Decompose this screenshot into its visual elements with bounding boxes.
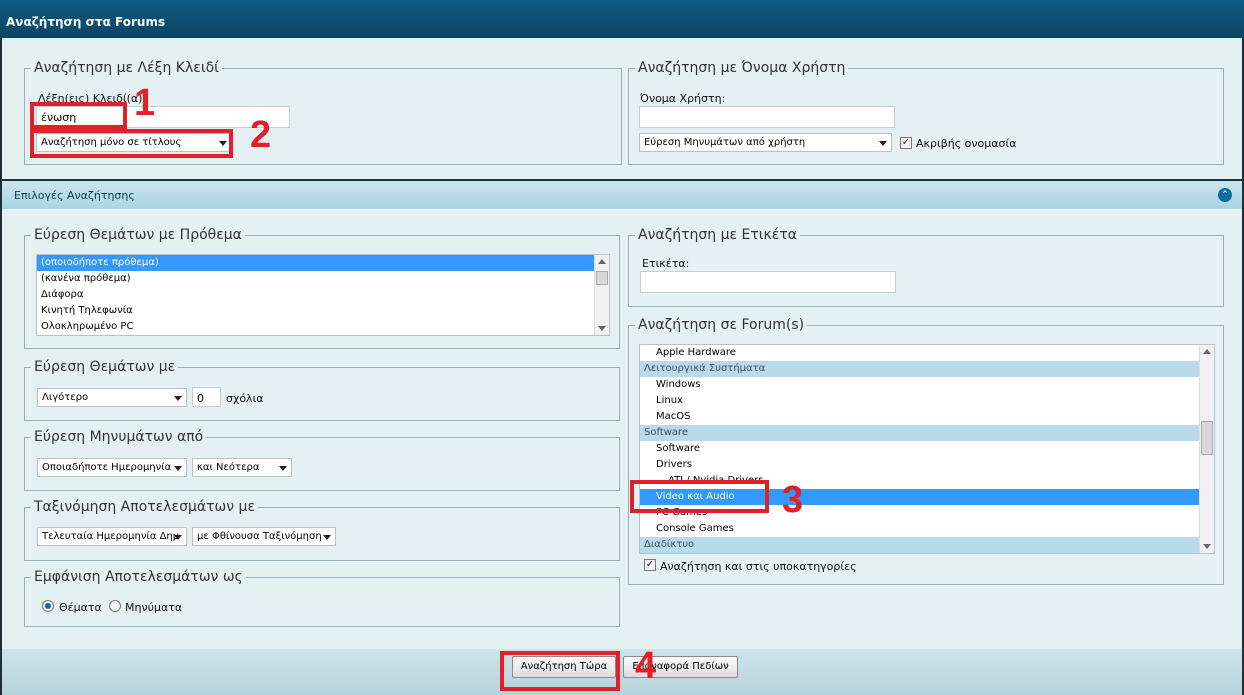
annotation-box-1 xyxy=(30,102,127,129)
username-input[interactable] xyxy=(639,106,895,128)
annotation-number-4: 4 xyxy=(635,645,657,687)
user-find-select[interactable]: Εύρεση Μηνυμάτων από χρήστη xyxy=(639,133,892,152)
list-item[interactable]: Κινητή Τηλεφωνία xyxy=(37,303,609,319)
annotation-box-3 xyxy=(630,480,769,513)
chevron-down-icon xyxy=(323,535,331,540)
list-item[interactable]: Console Games xyxy=(640,521,1214,537)
forums-legend: Αναζήτηση σε Forum(s) xyxy=(638,317,805,333)
search-top-panel: Αναζήτηση με Λέξη Κλειδί Λέξη(εις) Κλειδ… xyxy=(0,38,1244,181)
annotation-box-4 xyxy=(500,651,620,691)
sort-order-select[interactable]: με Φθίνουσα Ταξινόμηση xyxy=(192,527,336,546)
list-item[interactable]: Linux xyxy=(640,393,1214,409)
user-label: Όνομα Χρήστη: xyxy=(640,92,726,105)
date-direction-select[interactable]: και Νεότερα xyxy=(192,458,292,477)
prefix-listbox[interactable]: (οποιοδήποτε πρόθεμα) (κανένα πρόθεμα) Δ… xyxy=(36,254,610,336)
list-item[interactable]: Software xyxy=(640,425,1214,441)
scroll-thumb[interactable] xyxy=(596,271,608,285)
user-legend: Αναζήτηση με Όνομα Χρήστη xyxy=(638,60,846,76)
search-options-panel: Εύρεση Θεμάτων με Πρόθεμα (οποιοδήποτε π… xyxy=(0,209,1244,649)
chevron-down-icon xyxy=(879,141,887,146)
date-when-select[interactable]: Οποιαδήποτε Ημερομηνία xyxy=(37,458,187,477)
scroll-up-icon[interactable] xyxy=(598,259,606,264)
threads-radio[interactable] xyxy=(42,600,54,612)
subcats-checkbox[interactable]: ✓ xyxy=(644,559,656,571)
display-legend: Εμφάνιση Αποτελεσμάτων ως xyxy=(34,569,243,585)
date-legend: Εύρεση Μηνυμάτων από xyxy=(34,429,204,445)
scroll-down-icon[interactable] xyxy=(598,326,606,331)
search-options-bar[interactable]: Επιλογές Αναζήτησης ⌃ xyxy=(0,181,1244,209)
list-item[interactable]: Apple Hardware xyxy=(640,345,1214,361)
collapse-icon[interactable]: ⌃ xyxy=(1218,188,1232,202)
annotation-number-1: 1 xyxy=(134,82,156,124)
posts-radio[interactable] xyxy=(109,600,121,612)
list-item[interactable]: Software xyxy=(640,441,1214,457)
replies-mode-value: Λιγότερο xyxy=(42,392,89,403)
tag-input[interactable] xyxy=(640,271,896,293)
prefix-legend: Εύρεση Θεμάτων με Πρόθεμα xyxy=(34,227,242,243)
sort-order-value: με Φθίνουσα Ταξινόμηση xyxy=(197,531,322,542)
forums-listbox[interactable]: Apple Hardware Λειτουργικά Συστήματα Win… xyxy=(639,344,1215,554)
list-item[interactable]: (κανένα πρόθεμα) xyxy=(37,271,609,287)
list-item[interactable]: (οποιοδήποτε πρόθεμα) xyxy=(37,255,609,271)
posts-label: Μηνύματα xyxy=(125,601,183,614)
window-title: Αναζήτηση στα Forums xyxy=(0,0,1244,38)
sort-by-value: Τελευταία Ημερομηνία Δημ xyxy=(42,531,180,542)
user-find-value: Εύρεση Μηνυμάτων από χρήστη xyxy=(644,137,806,148)
replies-count-input[interactable]: 0 xyxy=(192,387,221,407)
annotation-number-2: 2 xyxy=(250,114,272,156)
action-bar: Αναζήτηση Τώρα Επαναφορά Πεδίων xyxy=(0,649,1244,695)
scroll-up-icon[interactable] xyxy=(1203,349,1211,354)
scroll-down-icon[interactable] xyxy=(1203,544,1211,549)
keyword-legend: Αναζήτηση με Λέξη Κλειδί xyxy=(34,60,219,76)
chevron-down-icon xyxy=(174,535,182,540)
exact-name-label: Ακριβής ονομασία xyxy=(916,137,1017,150)
subcats-label: Αναζήτηση και στις υποκατηγορίες xyxy=(660,560,857,573)
chevron-down-icon xyxy=(174,396,182,401)
chevron-down-icon xyxy=(279,466,287,471)
list-item[interactable]: MacOS xyxy=(640,409,1214,425)
forums-scrollbar[interactable] xyxy=(1199,345,1214,553)
replies-mode-select[interactable]: Λιγότερο xyxy=(37,388,187,407)
list-item[interactable]: Windows xyxy=(640,377,1214,393)
annotation-box-2 xyxy=(30,129,233,158)
exact-name-checkbox[interactable]: ✓ xyxy=(900,137,912,149)
scroll-thumb[interactable] xyxy=(1201,421,1213,455)
replies-legend: Εύρεση Θεμάτων με xyxy=(34,359,176,375)
list-item[interactable]: Drivers xyxy=(640,457,1214,473)
list-item[interactable]: Διαδίκτυο xyxy=(640,537,1214,553)
tag-fieldset: Αναζήτηση με Ετικέτα xyxy=(628,227,1224,307)
date-when-value: Οποιαδήποτε Ημερομηνία xyxy=(42,462,172,473)
search-options-label: Επιλογές Αναζήτησης xyxy=(14,189,135,202)
replies-unit-label: σχόλια xyxy=(226,392,264,405)
sort-legend: Ταξινόμηση Αποτελεσμάτων με xyxy=(34,499,256,515)
prefix-scrollbar[interactable] xyxy=(594,255,609,335)
list-item[interactable]: Ολοκληρωμένο PC xyxy=(37,319,609,335)
tag-label: Ετικέτα: xyxy=(642,257,690,270)
list-item[interactable]: Λειτουργικά Συστήματα xyxy=(640,361,1214,377)
annotation-number-3: 3 xyxy=(782,479,804,521)
tag-legend: Αναζήτηση με Ετικέτα xyxy=(638,227,798,243)
chevron-down-icon xyxy=(174,466,182,471)
list-item[interactable]: Διάφορα xyxy=(37,287,609,303)
threads-label: Θέματα xyxy=(59,601,102,614)
date-direction-value: και Νεότερα xyxy=(197,462,260,473)
display-fieldset: Εμφάνιση Αποτελεσμάτων ως xyxy=(24,569,620,627)
sort-by-select[interactable]: Τελευταία Ημερομηνία Δημ xyxy=(37,527,187,546)
